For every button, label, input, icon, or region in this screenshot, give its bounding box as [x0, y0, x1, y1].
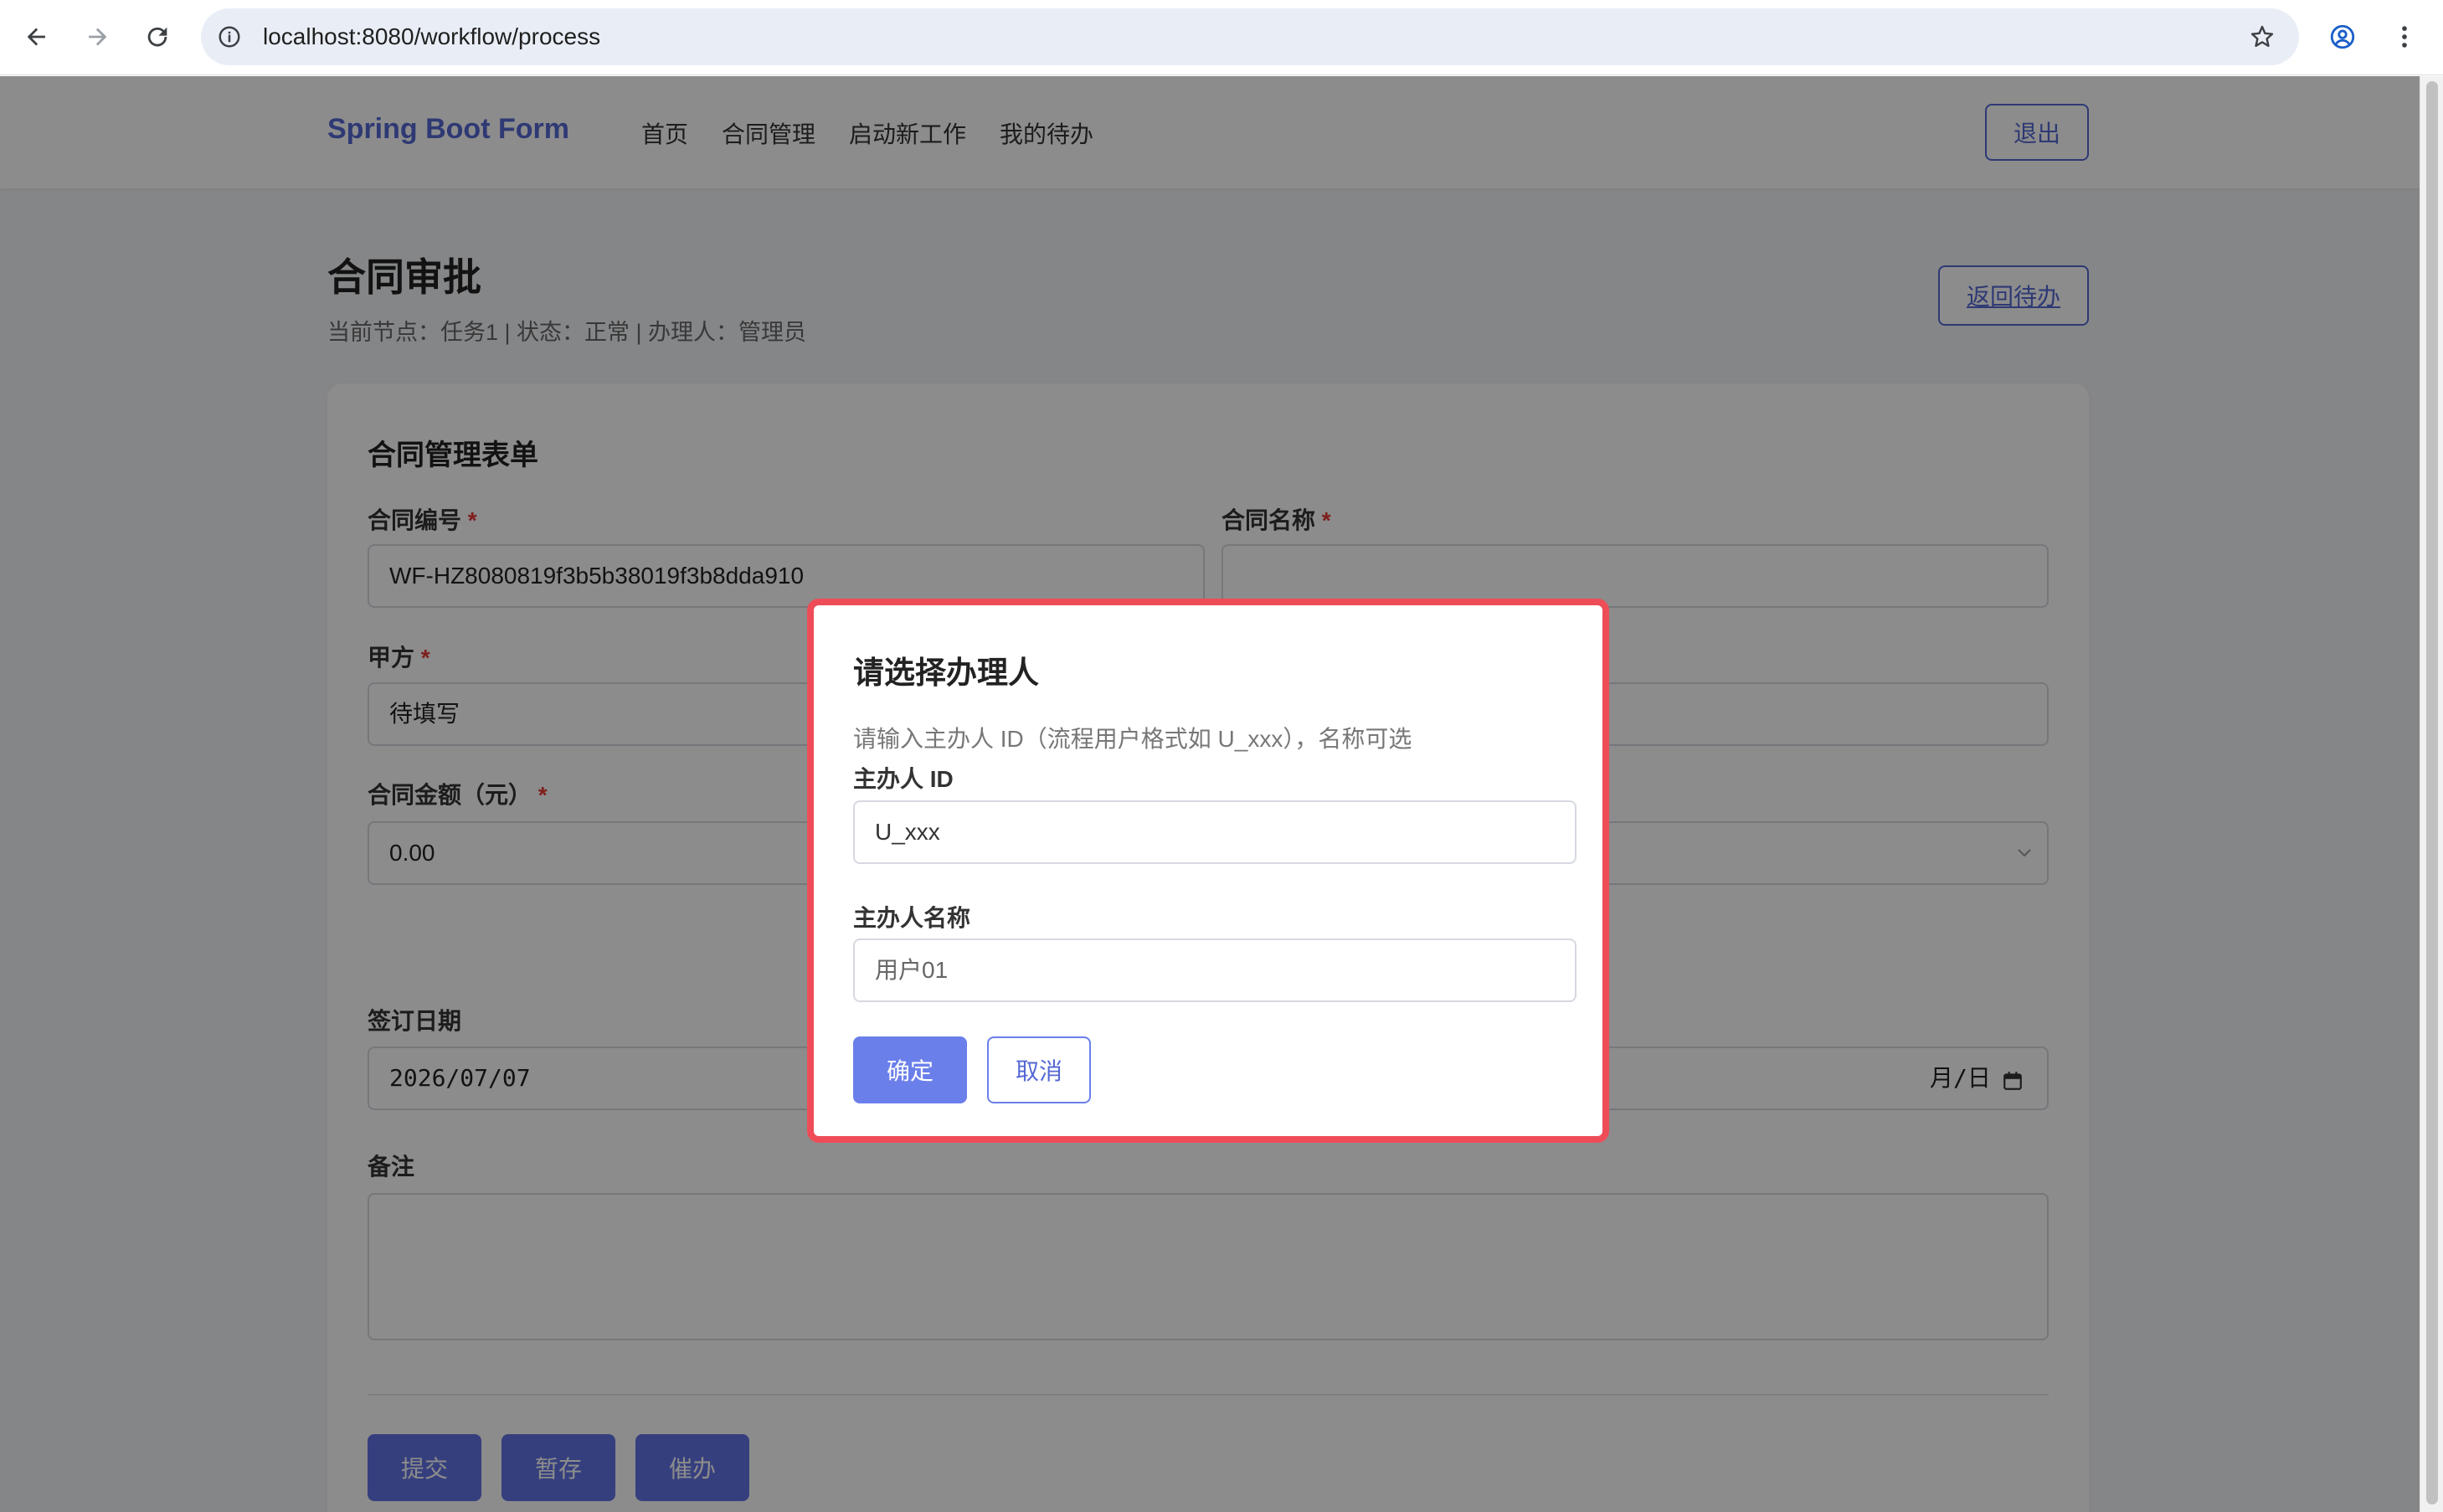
- info-icon[interactable]: [213, 20, 246, 54]
- reload-icon[interactable]: [139, 18, 176, 55]
- dialog-hint: 请输入主办人 ID（流程用户格式如 U_xxx），名称可选: [853, 726, 1412, 752]
- assignee-dialog: 请选择办理人 请输入主办人 ID（流程用户格式如 U_xxx），名称可选 主办人…: [807, 599, 1609, 1143]
- scrollbar-thumb[interactable]: [2426, 81, 2438, 1504]
- dialog-title: 请选择办理人: [853, 656, 1039, 690]
- assignee-name-label: 主办人名称: [853, 905, 971, 931]
- address-bar[interactable]: localhost:8080/workflow/process: [201, 8, 2299, 65]
- confirm-button[interactable]: 确定: [853, 1036, 967, 1103]
- page-content: Spring Boot Form 首页 合同管理 启动新工作 我的待办 退出 合…: [0, 76, 2420, 1512]
- page-scrollbar[interactable]: [2420, 76, 2443, 1512]
- back-icon[interactable]: [18, 18, 55, 55]
- forward-icon[interactable]: [79, 18, 116, 55]
- assignee-id-label: 主办人 ID: [853, 766, 954, 792]
- profile-icon[interactable]: [2324, 18, 2361, 55]
- browser-toolbar: localhost:8080/workflow/process: [0, 0, 2443, 75]
- assignee-id-input[interactable]: U_xxx: [853, 800, 1576, 864]
- url-text[interactable]: localhost:8080/workflow/process: [263, 8, 600, 65]
- more-vert-icon[interactable]: [2386, 18, 2423, 55]
- star-icon[interactable]: [2245, 20, 2279, 54]
- assignee-name-input[interactable]: 用户01: [853, 939, 1576, 1002]
- cancel-button[interactable]: 取消: [987, 1036, 1091, 1103]
